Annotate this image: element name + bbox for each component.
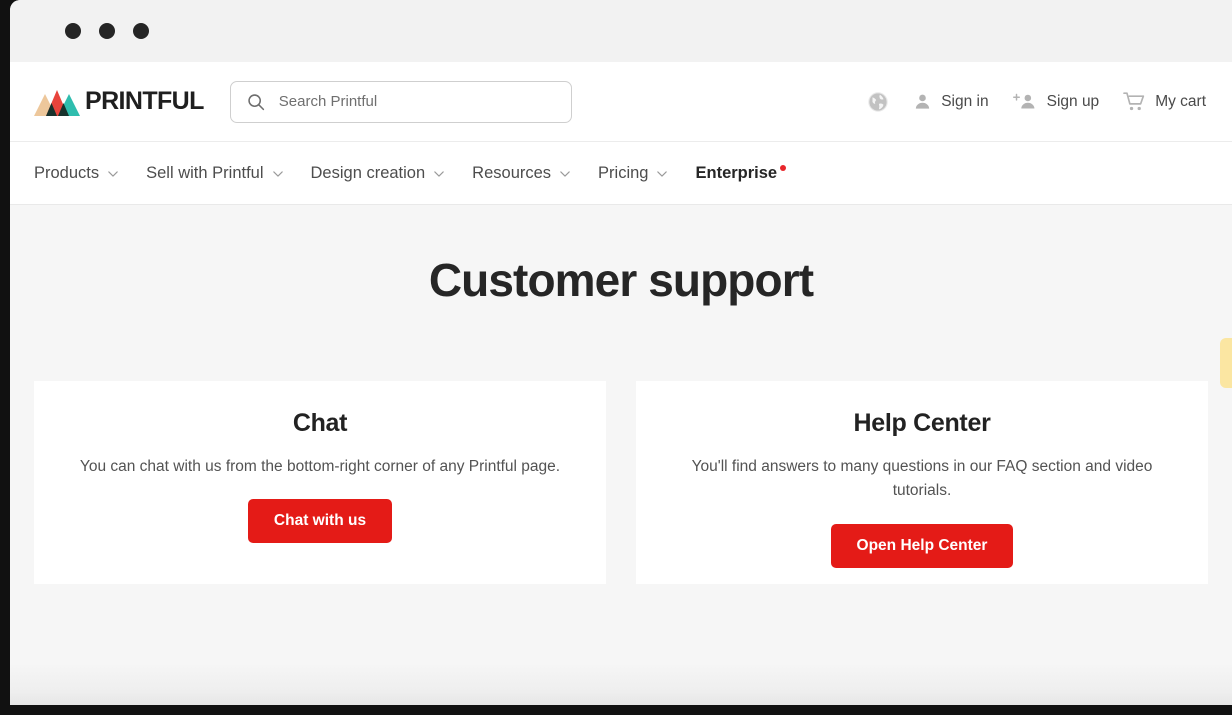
nav-item-sell-with-printful[interactable]: Sell with Printful — [146, 163, 283, 183]
page-title: Customer support — [428, 254, 814, 306]
nav-item-pricing-label: Pricing — [598, 163, 649, 182]
chat-with-us-button[interactable]: Chat with us — [247, 499, 393, 544]
printful-logo[interactable]: PRINTFUL — [34, 87, 204, 116]
open-help-center-button[interactable]: Open Help Center — [830, 523, 1014, 568]
close-dot[interactable] — [65, 23, 81, 39]
chevron-down-icon — [108, 171, 118, 177]
nav-item-enterprise-label: Enterprise — [695, 163, 778, 182]
my-cart-label: My cart — [1155, 92, 1206, 110]
screen: PRINTFUL Search Printful Sign in Sign up… — [0, 0, 1232, 715]
nav-item-sell-with-printful-label: Sell with Printful — [146, 163, 264, 182]
globe-icon — [868, 91, 888, 112]
support-cards: Chat You can chat with us from the botto… — [10, 307, 1232, 584]
sign-up-label: Sign up — [1046, 92, 1100, 110]
chevron-down-icon — [657, 171, 668, 177]
browser-window: PRINTFUL Search Printful Sign in Sign up… — [10, 0, 1232, 705]
card-title: Chat — [292, 409, 348, 437]
maximize-dot[interactable] — [133, 23, 149, 39]
my-cart-link[interactable]: My cart — [1123, 91, 1206, 112]
new-badge-dot-icon — [780, 164, 787, 171]
support-card-chat: Chat You can chat with us from the botto… — [34, 381, 606, 584]
printful-mountains-logo-icon — [34, 89, 80, 116]
chevron-down-icon — [560, 171, 570, 177]
printful-logo-text: PRINTFUL — [85, 87, 204, 115]
person-plus-icon — [1012, 93, 1035, 109]
sign-in-link[interactable]: Sign in — [913, 92, 989, 111]
card-title: Help Center — [853, 409, 991, 437]
minimize-dot[interactable] — [99, 23, 115, 39]
support-card-help-center: Help Center You'll find answers to many … — [636, 381, 1208, 584]
card-description: You'll find answers to many questions in… — [691, 458, 1153, 500]
nav-item-design-creation-label: Design creation — [310, 163, 426, 182]
nav-item-products-label: Products — [34, 163, 100, 182]
search-icon — [248, 93, 264, 110]
site-header: PRINTFUL Search Printful Sign in Sign up… — [10, 62, 1232, 142]
nav-item-products[interactable]: Products — [34, 164, 118, 183]
nav-item-design-creation[interactable]: Design creation — [311, 164, 445, 183]
main-navigation: Products Sell with Printful Design creat… — [10, 142, 1232, 205]
card-description: You can chat with us from the bottom-rig… — [79, 458, 561, 475]
chevron-down-icon — [434, 171, 444, 177]
nav-item-resources[interactable]: Resources — [472, 164, 570, 183]
person-icon — [916, 94, 930, 109]
language-selector[interactable] — [867, 91, 889, 113]
window-traffic-lights — [65, 23, 149, 39]
chevron-down-icon — [272, 171, 283, 177]
sign-up-link[interactable]: Sign up — [1012, 92, 1100, 111]
header-actions: Sign in Sign up My cart — [867, 91, 1206, 113]
nav-item-enterprise[interactable]: Enterprise — [695, 163, 787, 183]
browser-titlebar — [10, 0, 1232, 62]
shopping-cart-icon — [1123, 92, 1145, 111]
sign-in-label: Sign in — [941, 92, 989, 110]
nav-item-pricing[interactable]: Pricing — [598, 163, 668, 183]
feedback-tab[interactable] — [1220, 338, 1232, 388]
search-input[interactable] — [278, 93, 529, 110]
nav-item-resources-label: Resources — [472, 163, 552, 182]
page-bottom-fade — [10, 663, 1232, 705]
page-body: Customer support Chat You can chat with … — [10, 205, 1232, 705]
search-box[interactable] — [229, 80, 572, 123]
